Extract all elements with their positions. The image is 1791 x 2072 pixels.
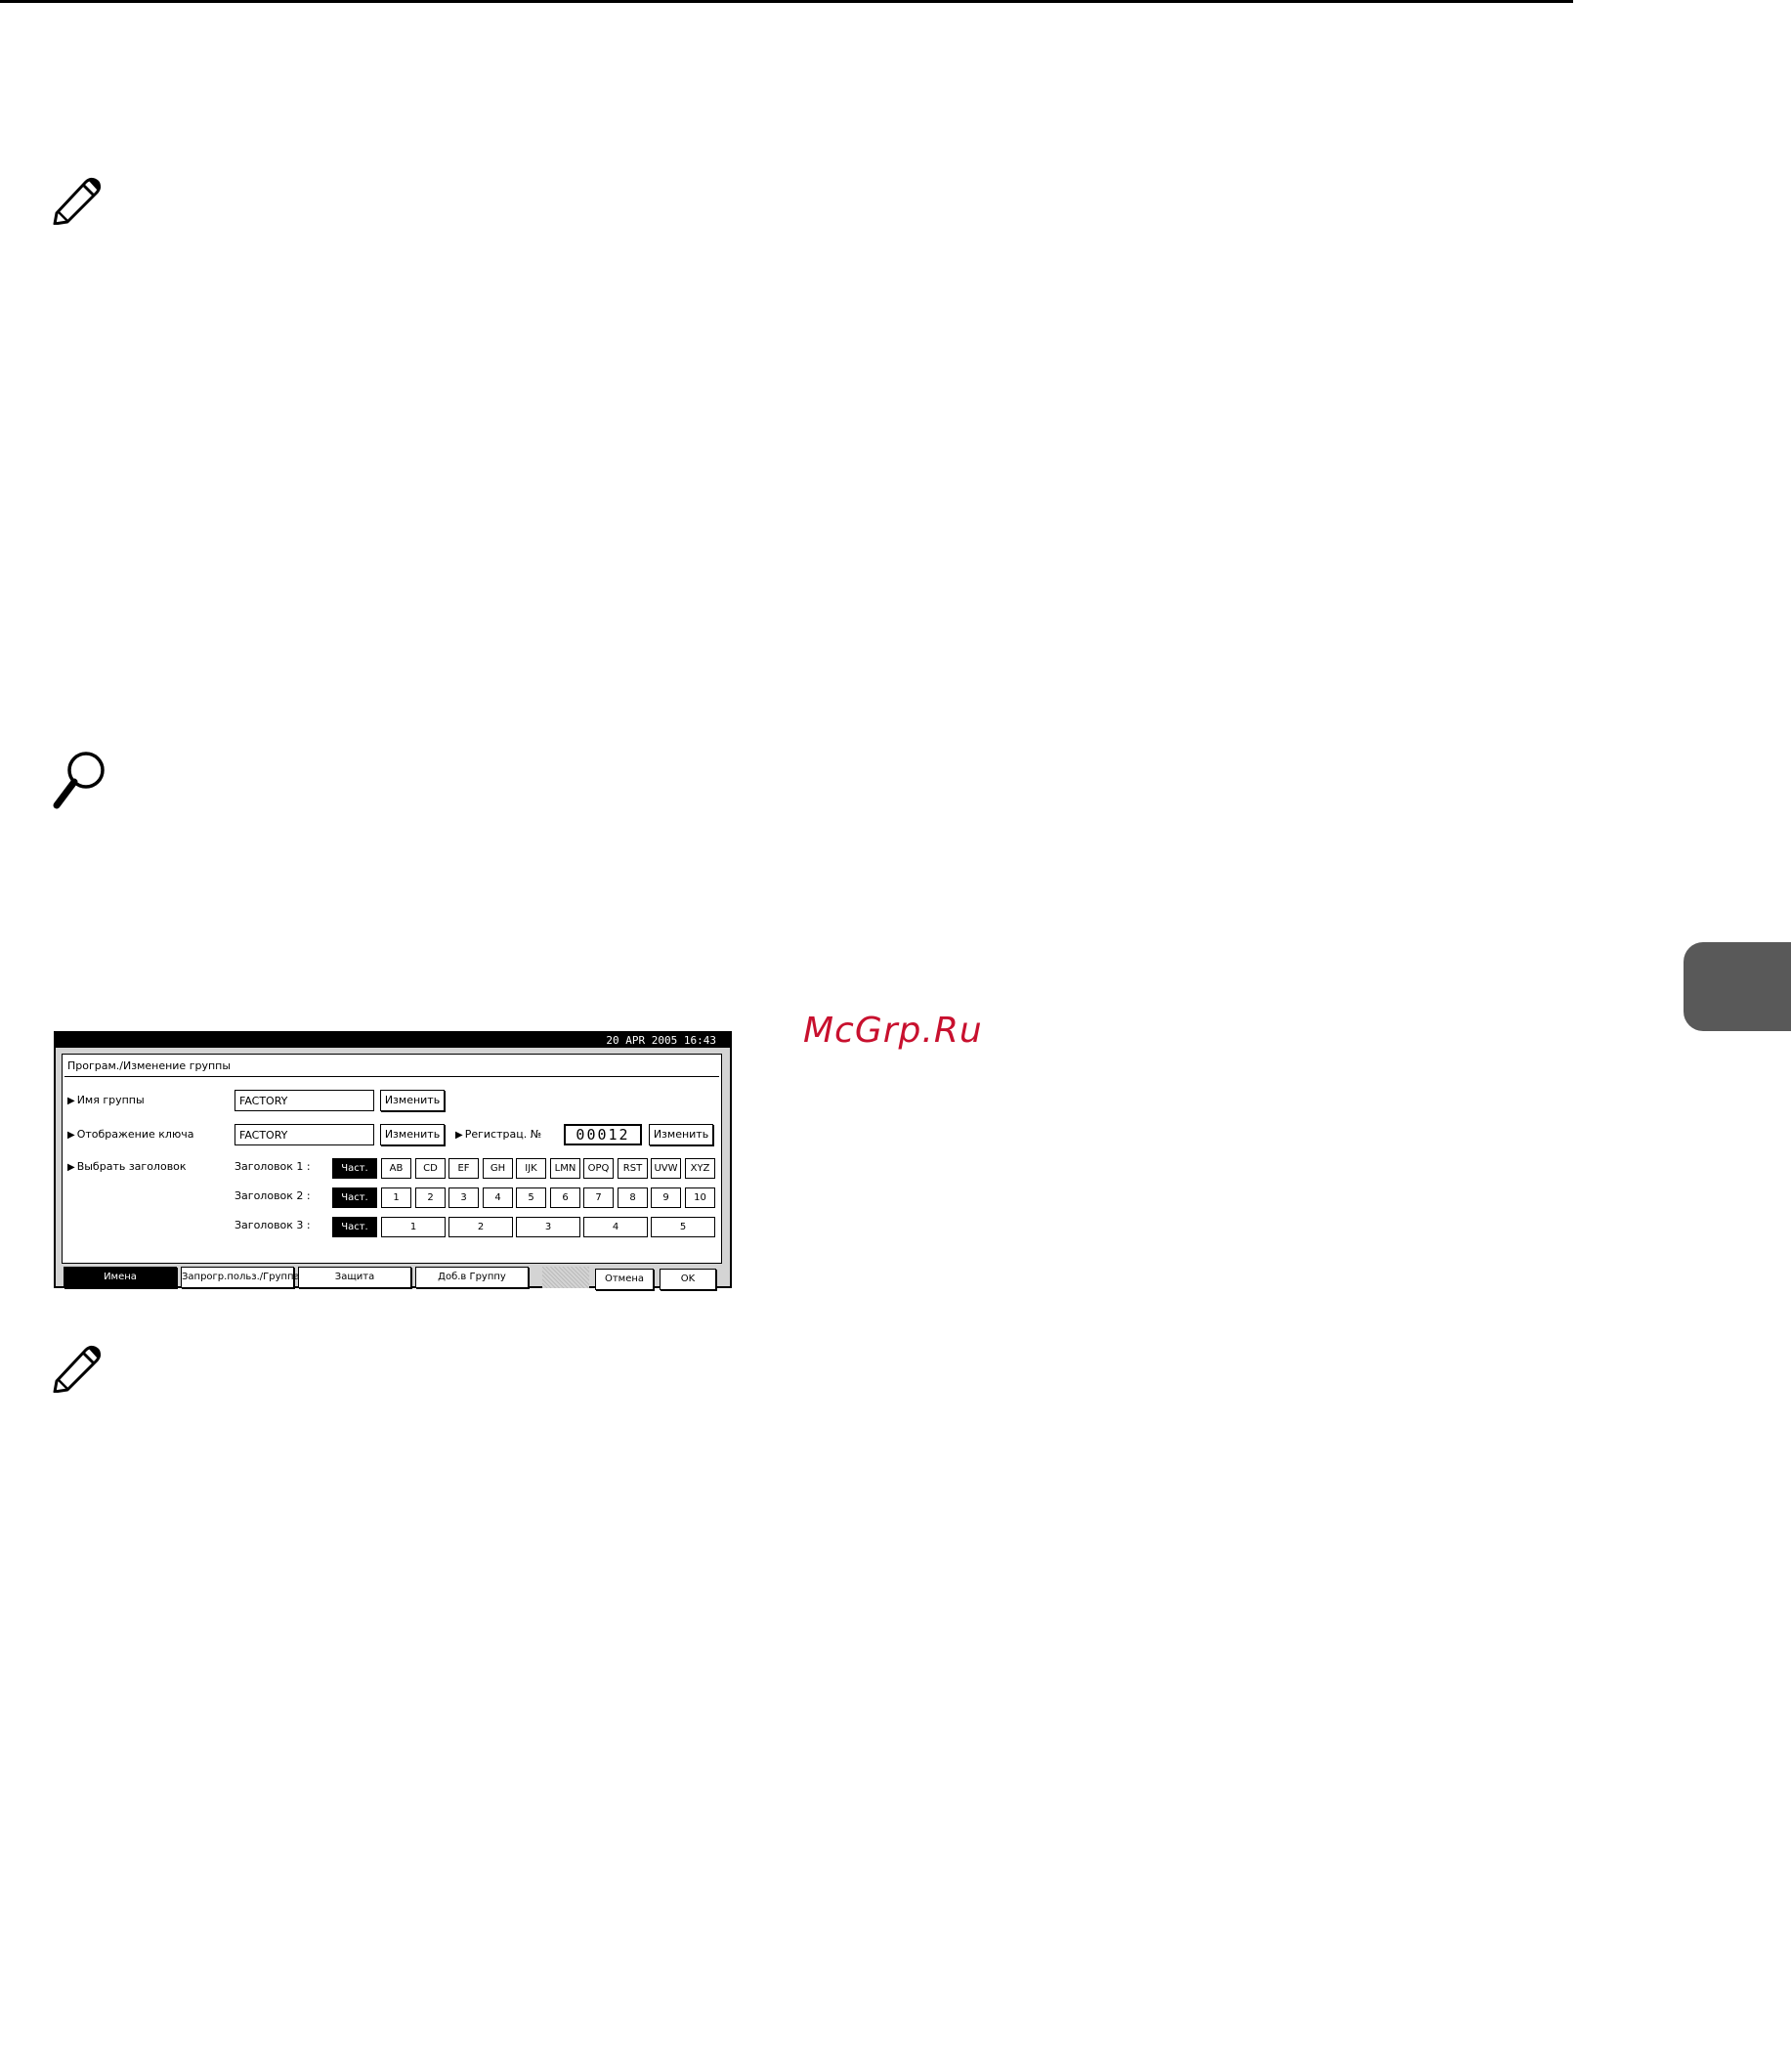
note-pencil-icon	[53, 1346, 101, 1393]
heading-2-frequent-key[interactable]: Част.	[332, 1187, 377, 1208]
heading-2-key[interactable]: 3	[448, 1187, 479, 1208]
arrow-right-icon: ▶	[67, 1130, 75, 1141]
title-divider	[64, 1076, 719, 1077]
heading-2-key[interactable]: 5	[516, 1187, 546, 1208]
heading-1-key[interactable]: XYZ	[685, 1158, 715, 1179]
registration-label: ▶ Регистрац. №	[455, 1128, 542, 1141]
key-display-label: ▶ Отображение ключа	[67, 1128, 194, 1141]
heading-2-key[interactable]: 9	[651, 1187, 681, 1208]
group-edit-panel: 20 APR 2005 16:43 Програм./Изменение гру…	[54, 1031, 732, 1290]
heading-1-key[interactable]: OPQ	[583, 1158, 614, 1179]
tab-bar-filler	[542, 1267, 589, 1288]
heading-3-key[interactable]: 1	[381, 1217, 446, 1237]
heading-1-key[interactable]: EF	[448, 1158, 479, 1179]
arrow-right-icon: ▶	[67, 1096, 75, 1106]
watermark-text: McGrp.Ru	[803, 1011, 983, 1051]
heading-1-key[interactable]: UVW	[651, 1158, 681, 1179]
heading-2-key[interactable]: 4	[483, 1187, 513, 1208]
heading-3-key[interactable]: 2	[448, 1217, 513, 1237]
status-bar: 20 APR 2005 16:43	[56, 1033, 730, 1048]
key-display-change-button[interactable]: Изменить	[380, 1124, 445, 1145]
tab-add-to-group[interactable]: Доб.в Группу	[415, 1267, 529, 1288]
group-name-field[interactable]: FACTORY	[235, 1090, 374, 1111]
bottom-tab-bar: Имена Запрогр.польз./Группа Защита Доб.в…	[62, 1265, 720, 1290]
heading-3-key[interactable]: 4	[583, 1217, 648, 1237]
dialog: Програм./Изменение группы ▶ Имя группы FA…	[62, 1054, 722, 1264]
heading-1-key[interactable]: RST	[618, 1158, 648, 1179]
heading-1-frequent-key[interactable]: Част.	[332, 1158, 377, 1179]
heading-2-key[interactable]: 7	[583, 1187, 614, 1208]
heading-1-key[interactable]: GH	[483, 1158, 513, 1179]
tab-user-group[interactable]: Запрогр.польз./Группа	[181, 1267, 300, 1288]
heading-3-key[interactable]: 3	[516, 1217, 580, 1237]
tab-protection[interactable]: Защита	[298, 1267, 411, 1288]
select-heading-label: ▶ Выбрать заголовок	[67, 1160, 187, 1173]
heading-2-key[interactable]: 1	[381, 1187, 411, 1208]
arrow-right-icon: ▶	[455, 1130, 463, 1141]
tab-names[interactable]: Имена	[64, 1267, 177, 1288]
heading-1-key[interactable]: AB	[381, 1158, 411, 1179]
heading-3-key[interactable]: 5	[651, 1217, 715, 1237]
key-display-field[interactable]: FACTORY	[235, 1124, 374, 1145]
heading-3-frequent-key[interactable]: Част.	[332, 1217, 377, 1237]
heading-2-label: Заголовок 2 :	[235, 1189, 311, 1202]
heading-1-key[interactable]: LMN	[550, 1158, 580, 1179]
arrow-right-icon: ▶	[67, 1162, 75, 1173]
heading-2-key[interactable]: 6	[550, 1187, 580, 1208]
registration-number: 00012	[564, 1124, 642, 1145]
note-pencil-icon	[53, 178, 101, 225]
heading-2-key[interactable]: 10	[685, 1187, 715, 1208]
cancel-button[interactable]: Отмена	[595, 1269, 654, 1290]
panel-datetime: 20 APR 2005 16:43	[606, 1034, 716, 1047]
heading-1-label: Заголовок 1 :	[235, 1160, 311, 1173]
registration-change-button[interactable]: Изменить	[649, 1124, 713, 1145]
heading-1-key[interactable]: CD	[415, 1158, 446, 1179]
group-name-change-button[interactable]: Изменить	[380, 1090, 445, 1111]
ok-button[interactable]: OK	[660, 1269, 716, 1290]
group-name-label: ▶ Имя группы	[67, 1094, 145, 1106]
heading-3-label: Заголовок 3 :	[235, 1219, 311, 1231]
panel-title: Програм./Изменение группы	[67, 1059, 232, 1072]
reference-magnifier-icon	[53, 752, 105, 809]
heading-2-key[interactable]: 8	[618, 1187, 648, 1208]
chapter-tab	[1684, 942, 1791, 1031]
heading-2-key[interactable]: 2	[415, 1187, 446, 1208]
header-rule	[0, 0, 1573, 3]
heading-1-key[interactable]: IJK	[516, 1158, 546, 1179]
